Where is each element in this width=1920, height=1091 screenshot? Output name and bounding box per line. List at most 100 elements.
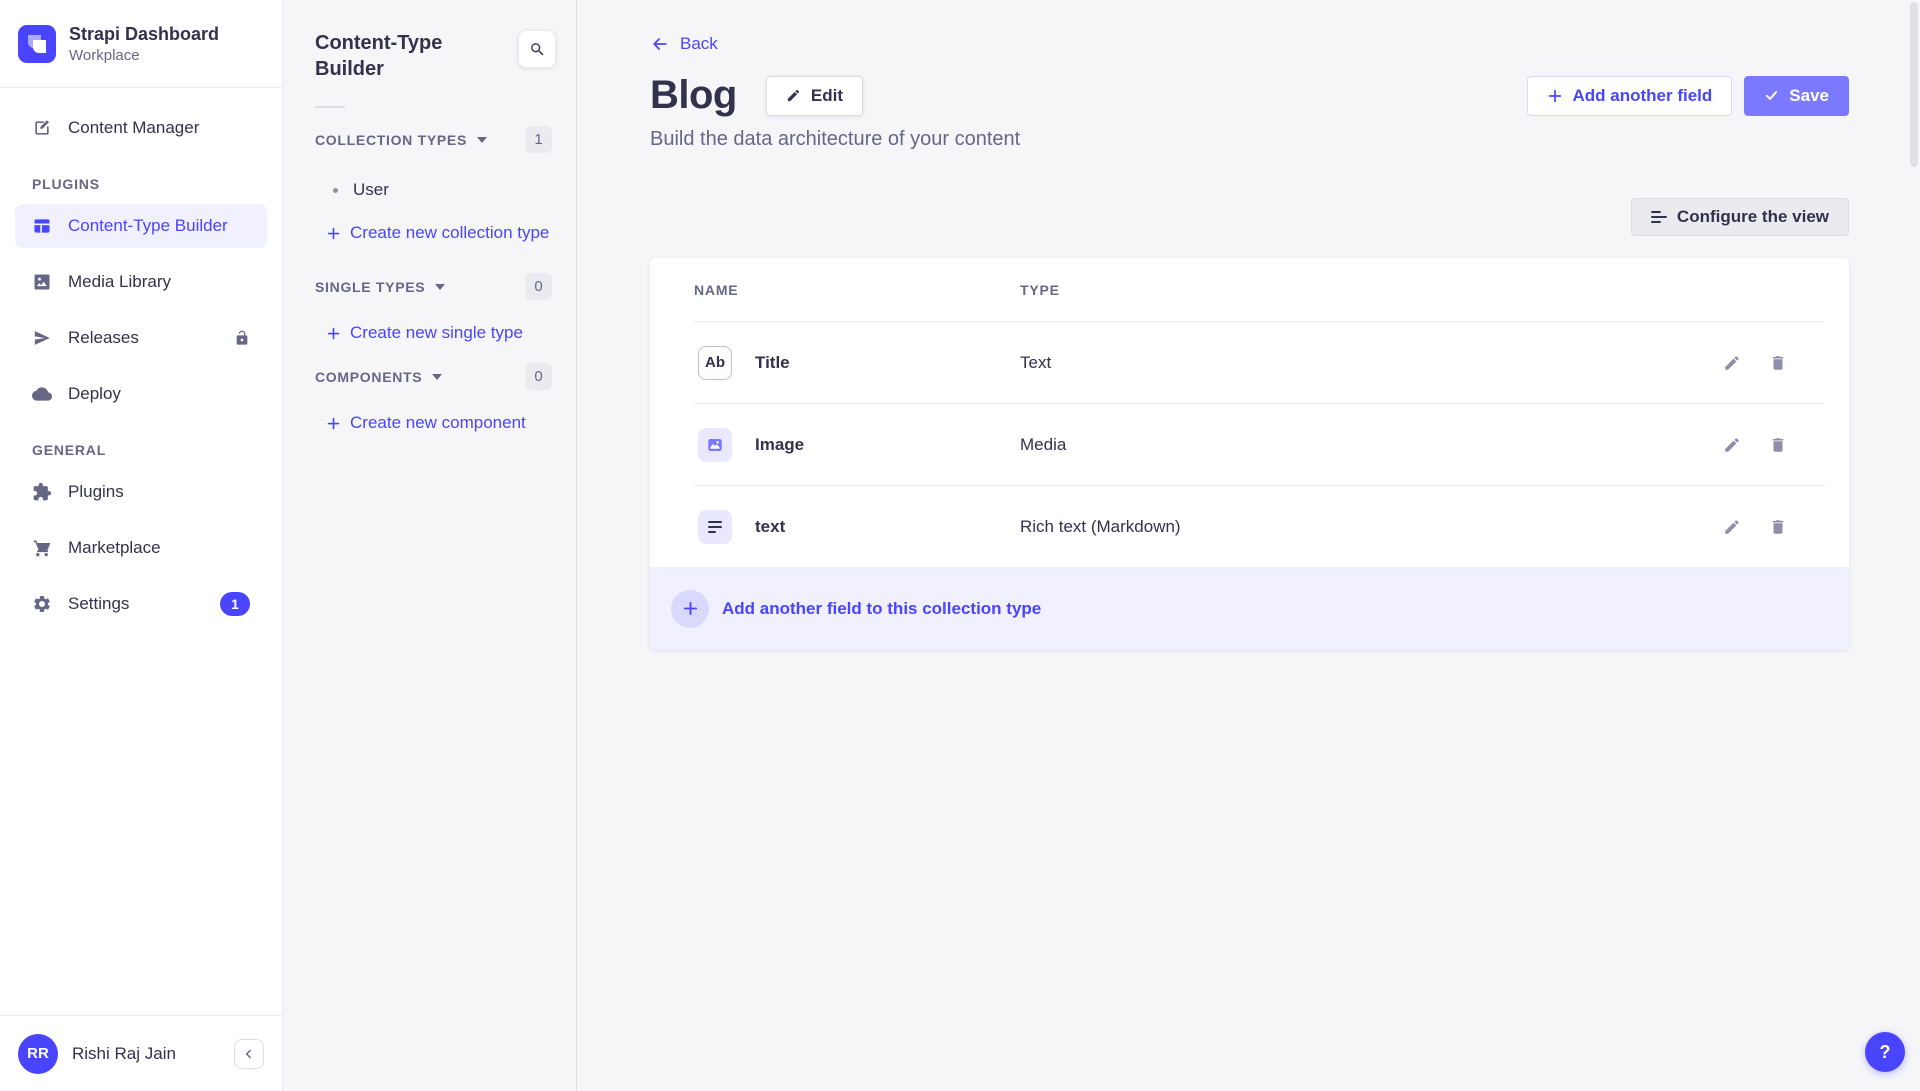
sidebar-item-label: Deploy	[68, 384, 121, 404]
field-type: Text	[1020, 353, 1719, 373]
add-field-label: Add another field	[1573, 86, 1713, 106]
text-field-icon: Ab	[698, 346, 732, 380]
chevron-down-icon	[435, 284, 445, 290]
bullet-dot	[333, 188, 338, 193]
content-type-builder-subnav: Content-Type Builder COLLECTION TYPES 1 …	[283, 0, 577, 1091]
section-title-plugins: PLUGINS	[32, 176, 250, 192]
collection-type-label: User	[353, 180, 389, 200]
pencil-icon	[1723, 354, 1741, 372]
edit-field-button[interactable]	[1719, 350, 1745, 376]
trash-icon	[1769, 518, 1787, 536]
sidebar-item-content-manager[interactable]: Content Manager	[15, 106, 267, 150]
app-root: Strapi Dashboard Workplace Content Manag…	[0, 0, 1920, 1091]
configure-label: Configure the view	[1677, 207, 1829, 227]
sidebar-item-media-library[interactable]: Media Library	[15, 260, 267, 304]
pencil-icon	[1723, 436, 1741, 454]
page-subtitle: Build the data architecture of your cont…	[650, 128, 1849, 151]
create-new-single-type-link[interactable]: Create new single type	[283, 323, 576, 343]
components-toggle[interactable]: COMPONENTS	[315, 369, 442, 385]
create-link-label: Create new component	[350, 413, 526, 433]
feather-edit-icon	[32, 118, 52, 138]
plus-icon	[326, 416, 341, 431]
sidebar-item-content-type-builder[interactable]: Content-Type Builder	[15, 204, 267, 248]
add-field-to-collection-button[interactable]: Add another field to this collection typ…	[650, 567, 1849, 650]
delete-field-button[interactable]	[1765, 432, 1791, 458]
scrollbar-thumb[interactable]	[1910, 2, 1918, 167]
fields-table: NAME TYPE Ab Title Text	[650, 258, 1849, 650]
settings-notification-badge: 1	[220, 592, 250, 616]
subnav-title: Content-Type Builder	[315, 30, 475, 82]
save-label: Save	[1789, 86, 1829, 106]
create-new-component-link[interactable]: Create new component	[283, 413, 576, 433]
sidebar-item-label: Plugins	[68, 482, 124, 502]
edit-field-button[interactable]	[1719, 514, 1745, 540]
trash-icon	[1769, 436, 1787, 454]
single-types-toggle[interactable]: SINGLE TYPES	[315, 279, 445, 295]
delete-field-button[interactable]	[1765, 514, 1791, 540]
pencil-icon	[786, 88, 801, 103]
sidebar-item-settings[interactable]: Settings 1	[15, 582, 267, 626]
field-name: Image	[755, 435, 804, 455]
sidebar-item-label: Releases	[68, 328, 139, 348]
plus-icon	[326, 326, 341, 341]
create-new-collection-type-link[interactable]: Create new collection type	[283, 223, 576, 243]
edit-field-button[interactable]	[1719, 432, 1745, 458]
single-types-count: 0	[525, 273, 552, 300]
magnifier-icon	[529, 41, 546, 58]
edit-label: Edit	[811, 86, 843, 106]
sidebar-item-label: Content-Type Builder	[68, 216, 228, 236]
collection-type-item-user[interactable]: User	[283, 180, 576, 200]
collection-types-count: 1	[525, 126, 552, 153]
back-label: Back	[680, 34, 718, 54]
add-field-footer-label: Add another field to this collection typ…	[722, 599, 1041, 619]
lock-icon	[234, 330, 250, 346]
table-header: NAME TYPE	[650, 258, 1849, 321]
filter-lines-icon	[1651, 211, 1667, 223]
workspace-brand[interactable]: Strapi Dashboard Workplace	[0, 0, 282, 88]
type-column-header: TYPE	[1020, 282, 1060, 298]
help-button[interactable]: ?	[1865, 1032, 1905, 1072]
configure-view-button[interactable]: Configure the view	[1631, 198, 1849, 236]
chevron-down-icon	[432, 374, 442, 380]
sidebar-item-plugins[interactable]: Plugins	[15, 470, 267, 514]
sidebar-item-deploy[interactable]: Deploy	[15, 372, 267, 416]
group-title-label: COMPONENTS	[315, 369, 422, 385]
save-button[interactable]: Save	[1744, 76, 1849, 116]
sidebar-item-releases[interactable]: Releases	[15, 316, 267, 360]
sidebar-item-marketplace[interactable]: Marketplace	[15, 526, 267, 570]
delete-field-button[interactable]	[1765, 350, 1791, 376]
sidebar: Strapi Dashboard Workplace Content Manag…	[0, 0, 283, 1091]
plus-icon	[1547, 88, 1563, 104]
table-row-image[interactable]: Image Media	[650, 404, 1849, 485]
field-type: Media	[1020, 435, 1719, 455]
user-avatar[interactable]: RR	[18, 1034, 58, 1074]
field-name: Title	[755, 353, 790, 373]
edit-button[interactable]: Edit	[766, 76, 863, 116]
components-count: 0	[525, 363, 552, 390]
check-icon	[1764, 88, 1779, 103]
create-link-label: Create new single type	[350, 323, 523, 343]
back-link[interactable]: Back	[650, 34, 718, 54]
search-button[interactable]	[518, 30, 556, 68]
plus-circle-icon	[671, 590, 709, 628]
create-link-label: Create new collection type	[350, 223, 549, 243]
picture-icon	[32, 272, 52, 292]
add-another-field-button[interactable]: Add another field	[1527, 76, 1733, 116]
main-content: Back Blog Edit	[577, 0, 1920, 1091]
paper-plane-icon	[32, 328, 52, 348]
table-row-text[interactable]: text Rich text (Markdown)	[650, 486, 1849, 567]
name-column-header: NAME	[694, 282, 1020, 298]
media-field-icon	[698, 428, 732, 462]
sidebar-item-label: Marketplace	[68, 538, 161, 558]
plus-icon	[326, 226, 341, 241]
table-row-title[interactable]: Ab Title Text	[650, 322, 1849, 403]
sidebar-item-label: Settings	[68, 594, 129, 614]
collapse-sidebar-button[interactable]	[234, 1039, 264, 1069]
user-name: Rishi Raj Jain	[72, 1044, 220, 1064]
pencil-icon	[1723, 518, 1741, 536]
strapi-logo-icon	[18, 25, 56, 63]
section-title-general: GENERAL	[32, 442, 250, 458]
collection-types-toggle[interactable]: COLLECTION TYPES	[315, 132, 487, 148]
richtext-field-icon	[698, 510, 732, 544]
arrow-left-icon	[650, 34, 670, 54]
